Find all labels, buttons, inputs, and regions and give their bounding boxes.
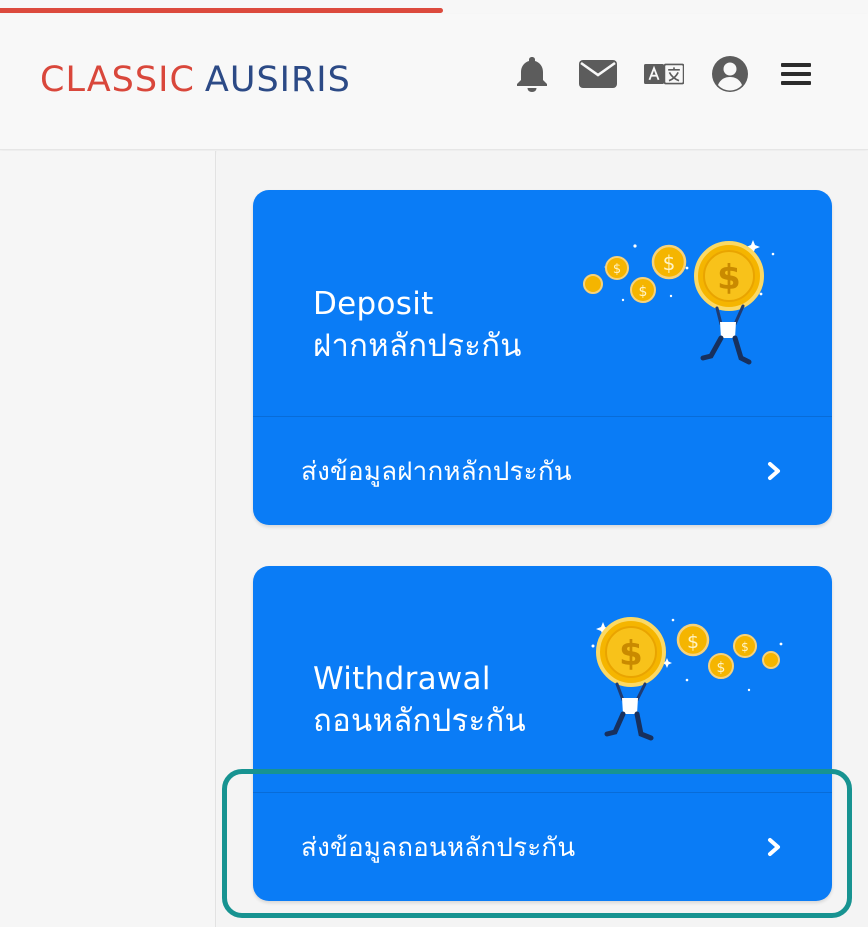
translate-icon[interactable]: [644, 54, 684, 94]
withdrawal-action-label: ส่งข้อมูลถอนหลักประกัน: [301, 832, 576, 863]
deposit-title-en: Deposit: [313, 286, 434, 322]
deposit-action-label: ส่งข้อมูลฝากหลักประกัน: [301, 456, 572, 487]
deposit-title-th: ฝากหลักประกัน: [313, 328, 522, 364]
brand-classic: CLASSIC: [40, 60, 195, 100]
top-header: CLASSIC AUSIRIS: [0, 14, 868, 150]
svg-text:$: $: [619, 634, 643, 674]
loading-progress-bar: [0, 8, 443, 13]
svg-text:$: $: [613, 262, 621, 277]
withdrawal-title-en: Withdrawal: [313, 661, 491, 697]
svg-text:$: $: [717, 660, 726, 676]
bell-icon[interactable]: [512, 54, 552, 94]
loading-progress-track: [0, 0, 868, 14]
chevron-right-icon: [768, 462, 780, 480]
withdrawal-title-th: ถอนหลักประกัน: [313, 703, 527, 739]
svg-text:$: $: [639, 284, 648, 300]
svg-text:$: $: [663, 251, 676, 275]
svg-text:$: $: [741, 640, 749, 654]
header-icons: [512, 54, 816, 94]
withdrawal-submit-button[interactable]: ส่งข้อมูลถอนหลักประกัน: [253, 793, 832, 901]
brand-logo[interactable]: CLASSIC AUSIRIS: [40, 60, 351, 100]
page: CLASSIC AUSIRIS Deposit ฝากหลักประกัน $ …: [0, 0, 868, 927]
withdrawal-card: Withdrawal ถอนหลักประกัน $ $ $ $ ส่งข้อม…: [253, 566, 832, 901]
deposit-title: Deposit ฝากหลักประกัน: [313, 283, 522, 367]
coins-illustration-icon: $ $ $ $: [583, 240, 775, 365]
hamburger-menu-icon[interactable]: [776, 54, 816, 94]
coins-illustration-icon: $ $ $ $: [591, 617, 783, 741]
user-circle-icon[interactable]: [710, 54, 750, 94]
withdrawal-card-header: Withdrawal ถอนหลักประกัน $ $ $ $: [253, 566, 832, 792]
deposit-card: Deposit ฝากหลักประกัน $ $ $ $ ส่งข้อมูลฝ…: [253, 190, 832, 525]
svg-text:$: $: [687, 631, 699, 653]
deposit-card-header: Deposit ฝากหลักประกัน $ $ $ $: [253, 190, 832, 416]
svg-text:$: $: [717, 258, 741, 298]
deposit-submit-button[interactable]: ส่งข้อมูลฝากหลักประกัน: [253, 417, 832, 525]
withdrawal-title: Withdrawal ถอนหลักประกัน: [313, 658, 526, 742]
sidebar: [0, 151, 216, 927]
envelope-icon[interactable]: [578, 54, 618, 94]
brand-ausiris: AUSIRIS: [204, 60, 351, 100]
chevron-right-icon: [768, 838, 780, 856]
